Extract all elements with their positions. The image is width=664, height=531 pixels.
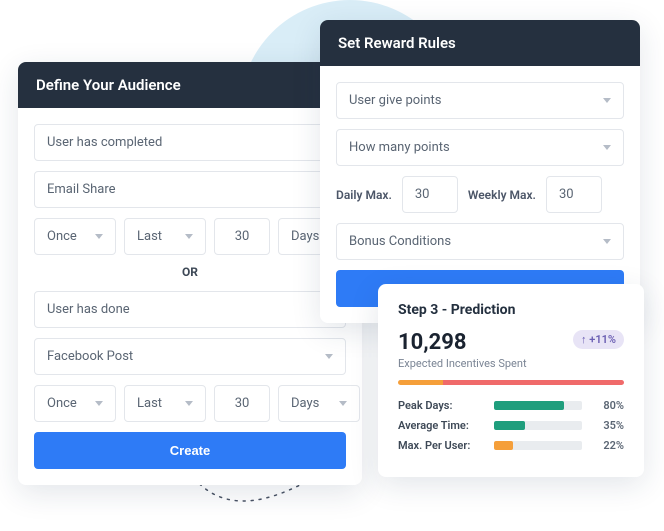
weekly-max-label: Weekly Max. bbox=[468, 188, 536, 202]
daily-max-input[interactable]: 30 bbox=[402, 176, 458, 213]
select-value: How many points bbox=[349, 140, 450, 155]
metric-row: Average Time: 35% bbox=[398, 419, 624, 432]
metric-label: Max. Per User: bbox=[398, 439, 484, 452]
unit-select[interactable]: Days bbox=[278, 385, 360, 422]
metric-bar bbox=[494, 401, 582, 410]
chevron-down-icon bbox=[603, 145, 611, 150]
metric-bar bbox=[494, 421, 582, 430]
chevron-down-icon bbox=[325, 354, 333, 359]
metric-row: Max. Per User: 22% bbox=[398, 439, 624, 452]
select-value: Bonus Conditions bbox=[349, 234, 451, 249]
daily-max-label: Daily Max. bbox=[336, 188, 392, 202]
metric-label: Average Time: bbox=[398, 419, 484, 432]
chevron-down-icon bbox=[95, 234, 103, 239]
frequency-select[interactable]: Once bbox=[34, 218, 116, 255]
select-value: Email Share bbox=[47, 182, 116, 197]
prediction-card: Step 3 - Prediction 10,298 ↑ +11% Expect… bbox=[378, 284, 644, 477]
number-input[interactable]: 30 bbox=[214, 218, 270, 255]
number-input[interactable]: 30 bbox=[214, 385, 270, 422]
reward-title: Set Reward Rules bbox=[320, 20, 640, 66]
chevron-down-icon bbox=[185, 234, 193, 239]
bonus-conditions-select[interactable]: Bonus Conditions bbox=[336, 223, 624, 260]
select-value: User give points bbox=[349, 93, 441, 108]
metric-percent: 35% bbox=[592, 419, 624, 432]
prediction-value: 10,298 bbox=[398, 330, 467, 355]
change-badge: ↑ +11% bbox=[573, 330, 624, 349]
period-select[interactable]: Last bbox=[124, 385, 206, 422]
frequency-select[interactable]: Once bbox=[34, 385, 116, 422]
audience-action-select[interactable]: Email Share bbox=[34, 171, 346, 208]
weekly-max-input[interactable]: 30 bbox=[546, 176, 602, 213]
select-value: User has completed bbox=[47, 135, 162, 150]
chevron-down-icon bbox=[95, 401, 103, 406]
create-button[interactable]: Create bbox=[34, 432, 346, 469]
metric-label: Peak Days: bbox=[398, 399, 484, 412]
period-select[interactable]: Last bbox=[124, 218, 206, 255]
reward-type-select[interactable]: User give points bbox=[336, 82, 624, 119]
horizontal-bar bbox=[398, 380, 624, 385]
reward-card: Set Reward Rules User give points How ma… bbox=[320, 20, 640, 323]
chevron-down-icon bbox=[603, 239, 611, 244]
prediction-title: Step 3 - Prediction bbox=[398, 302, 624, 318]
metric-bar bbox=[494, 441, 582, 450]
metric-percent: 80% bbox=[592, 399, 624, 412]
audience-action-select-2[interactable]: Facebook Post bbox=[34, 338, 346, 375]
audience-title: Define Your Audience bbox=[18, 62, 362, 108]
chevron-down-icon bbox=[339, 401, 347, 406]
metric-row: Peak Days: 80% bbox=[398, 399, 624, 412]
select-value: Facebook Post bbox=[47, 349, 133, 364]
prediction-subtitle: Expected Incentives Spent bbox=[398, 357, 624, 370]
or-divider: OR bbox=[34, 265, 346, 279]
reward-amount-select[interactable]: How many points bbox=[336, 129, 624, 166]
metric-percent: 22% bbox=[592, 439, 624, 452]
audience-card: Define Your Audience User has completed … bbox=[18, 62, 362, 485]
audience-condition-select[interactable]: User has completed bbox=[34, 124, 346, 161]
select-value: User has done bbox=[47, 302, 130, 317]
chevron-down-icon bbox=[185, 401, 193, 406]
chevron-down-icon bbox=[603, 98, 611, 103]
audience-condition-select-2[interactable]: User has done bbox=[34, 291, 346, 328]
